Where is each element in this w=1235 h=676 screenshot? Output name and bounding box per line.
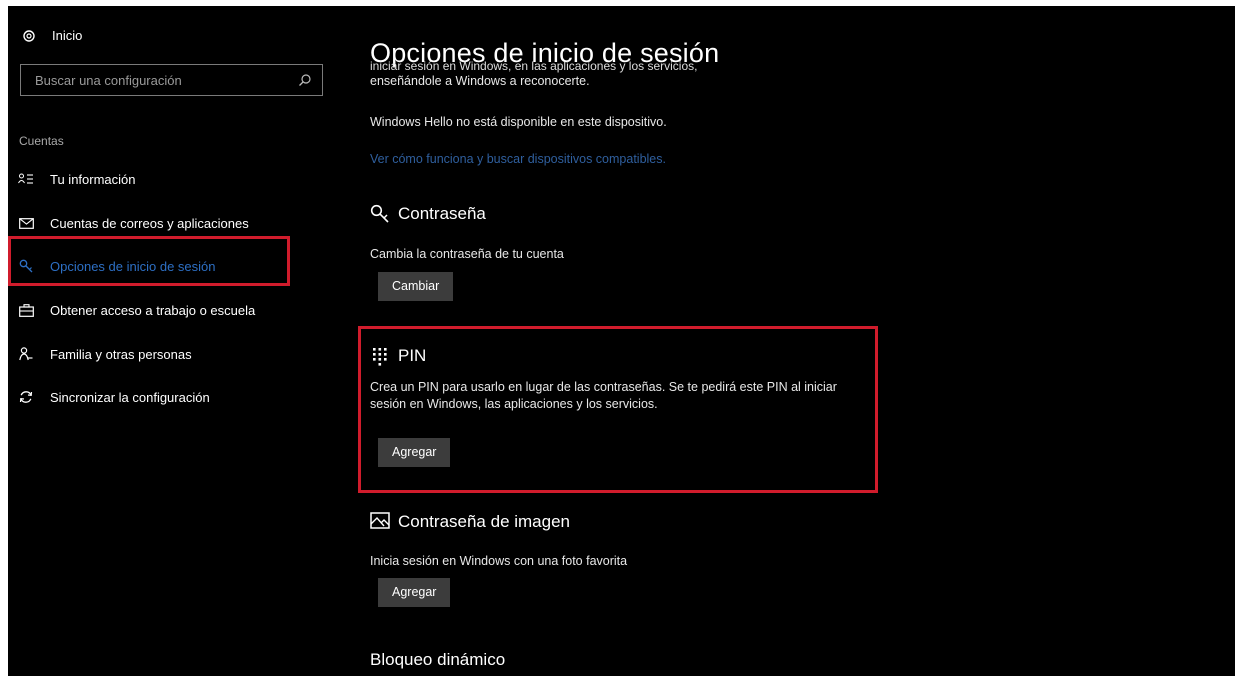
keypad-icon — [370, 346, 390, 366]
gear-icon — [22, 29, 36, 43]
search-icon[interactable] — [298, 73, 312, 87]
search-input[interactable] — [21, 71, 298, 89]
sidebar-item-acceso-trabajo[interactable]: Obtener acceso a trabajo o escuela — [18, 299, 255, 321]
pin-section-title: PIN — [398, 346, 427, 365]
hello-unavailable-text: Windows Hello no está disponible en este… — [370, 115, 667, 129]
main-content: Opciones de inicio de sesión iniciar ses… — [358, 6, 1230, 676]
password-section-title: Contraseña — [398, 204, 486, 223]
password-section-header: Contraseña — [370, 204, 486, 224]
sidebar-item-label: Cuentas de correos y aplicaciones — [50, 215, 249, 231]
sidebar-item-opciones-inicio-sesion[interactable]: Opciones de inicio de sesión — [18, 255, 216, 277]
settings-window: Inicio Cuentas Tu información Cuentas de… — [8, 6, 1235, 676]
dynamic-lock-section-title: Bloqueo dinámico — [370, 650, 506, 669]
home-nav-item[interactable]: Inicio — [22, 28, 82, 43]
sidebar-item-label: Sincronizar la configuración — [50, 389, 210, 405]
picture-password-description: Inicia sesión en Windows con una foto fa… — [370, 554, 628, 568]
sidebar-item-sincronizar[interactable]: Sincronizar la configuración — [18, 386, 210, 408]
sidebar-item-label: Familia y otras personas — [50, 346, 192, 362]
add-picture-password-button[interactable]: Agregar — [378, 578, 451, 607]
sidebar-item-label: Obtener acceso a trabajo o escuela — [50, 302, 256, 318]
section-title-cuentas: Cuentas — [19, 134, 64, 148]
key-icon — [18, 259, 34, 273]
sidebar: Inicio Cuentas Tu información Cuentas de… — [8, 6, 328, 676]
people-icon — [18, 347, 34, 361]
hello-description-line2: enseñándole a Windows a reconocerte. — [370, 74, 590, 88]
key-icon — [370, 204, 390, 224]
sync-icon — [18, 390, 34, 404]
picture-password-section-title: Contraseña de imagen — [398, 512, 571, 531]
hello-description-partial: iniciar sesión en Windows, en las aplica… — [370, 60, 698, 73]
dynamic-lock-section-header: Bloqueo dinámico — [370, 650, 505, 670]
person-info-icon — [18, 172, 34, 186]
home-label: Inicio — [52, 28, 83, 43]
search-box[interactable] — [20, 64, 323, 96]
sidebar-item-cuentas-correo[interactable]: Cuentas de correos y aplicaciones — [18, 212, 249, 234]
picture-password-section-header: Contraseña de imagen — [370, 512, 570, 532]
mail-icon — [18, 216, 34, 230]
pin-section-header: PIN — [370, 346, 426, 366]
briefcase-icon — [18, 303, 34, 317]
image-icon — [370, 512, 390, 532]
password-description: Cambia la contraseña de tu cuenta — [370, 247, 564, 261]
add-pin-button[interactable]: Agregar — [378, 438, 451, 467]
pin-description: Crea un PIN para usarlo en lugar de las … — [370, 380, 837, 411]
sidebar-item-tu-informacion[interactable]: Tu información — [18, 168, 136, 190]
change-password-button[interactable]: Cambiar — [378, 272, 454, 301]
sidebar-item-label: Opciones de inicio de sesión — [50, 258, 216, 274]
sidebar-item-label: Tu información — [50, 171, 136, 187]
sidebar-item-familia[interactable]: Familia y otras personas — [18, 343, 192, 365]
hello-compatible-devices-link[interactable]: Ver cómo funciona y buscar dispositivos … — [370, 152, 666, 166]
